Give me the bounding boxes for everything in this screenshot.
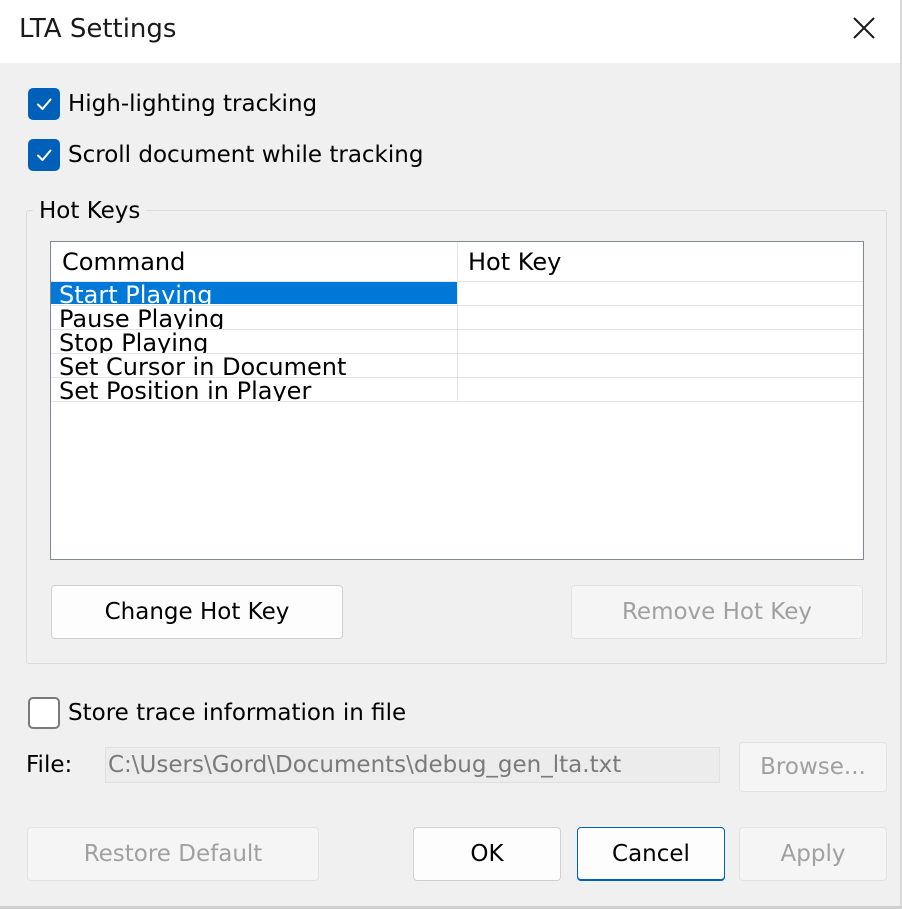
highlighting-option[interactable]: High-lighting tracking bbox=[28, 88, 317, 120]
column-header-hotkey[interactable]: Hot Key bbox=[468, 242, 561, 281]
cell-separator bbox=[457, 282, 458, 306]
cell-separator bbox=[457, 330, 458, 354]
cell-separator bbox=[457, 306, 458, 330]
row-command: Stop Playing bbox=[59, 330, 209, 354]
column-header-command[interactable]: Command bbox=[62, 242, 185, 281]
hotkeys-list[interactable]: Command Hot Key Start Playing Pause Play… bbox=[50, 241, 864, 560]
highlighting-checkbox[interactable] bbox=[28, 88, 60, 120]
row-command: Pause Playing bbox=[59, 306, 225, 330]
row-command: Set Cursor in Document bbox=[59, 354, 347, 378]
scroll-checkbox[interactable] bbox=[28, 139, 60, 171]
remove-hotkey-button[interactable]: Remove Hot Key bbox=[571, 585, 863, 639]
row-separator bbox=[51, 401, 863, 402]
scroll-label: Scroll document while tracking bbox=[68, 142, 424, 168]
list-row[interactable]: Set Cursor in Document bbox=[51, 354, 863, 378]
ok-button[interactable]: OK bbox=[413, 827, 561, 881]
restore-default-button[interactable]: Restore Default bbox=[27, 827, 319, 881]
list-row[interactable]: Start Playing bbox=[51, 282, 863, 306]
list-row[interactable]: Pause Playing bbox=[51, 306, 863, 330]
checkmark-icon bbox=[37, 98, 52, 110]
list-header: Command Hot Key bbox=[51, 242, 863, 282]
close-button[interactable] bbox=[838, 4, 890, 52]
browse-button[interactable]: Browse... bbox=[739, 742, 887, 792]
window-title: LTA Settings bbox=[19, 14, 177, 44]
store-trace-option[interactable]: Store trace information in file bbox=[28, 697, 406, 729]
file-label: File: bbox=[26, 752, 73, 778]
file-path-field[interactable] bbox=[105, 747, 720, 783]
row-command: Set Position in Player bbox=[59, 378, 312, 402]
cell-separator bbox=[457, 354, 458, 378]
close-icon bbox=[853, 17, 875, 39]
list-row[interactable]: Stop Playing bbox=[51, 330, 863, 354]
title-bar: LTA Settings bbox=[0, 0, 902, 63]
hotkeys-group-label: Hot Keys bbox=[33, 196, 147, 226]
change-hotkey-button[interactable]: Change Hot Key bbox=[51, 585, 343, 639]
row-command: Start Playing bbox=[59, 282, 213, 306]
store-trace-label: Store trace information in file bbox=[68, 700, 407, 726]
cancel-button[interactable]: Cancel bbox=[577, 827, 725, 881]
store-trace-checkbox[interactable] bbox=[28, 697, 60, 729]
highlighting-label: High-lighting tracking bbox=[68, 91, 318, 117]
checkmark-icon bbox=[37, 149, 52, 161]
column-divider[interactable] bbox=[457, 242, 458, 281]
list-row[interactable]: Set Position in Player bbox=[51, 378, 863, 402]
apply-button[interactable]: Apply bbox=[739, 827, 887, 881]
cell-separator bbox=[457, 378, 458, 402]
scroll-option[interactable]: Scroll document while tracking bbox=[28, 139, 423, 171]
